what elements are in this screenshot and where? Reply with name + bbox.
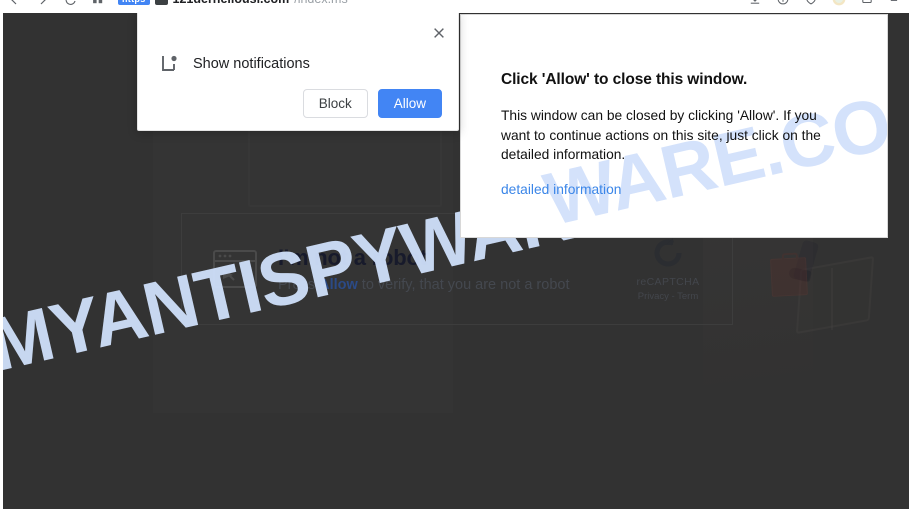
notification-bell-icon bbox=[160, 54, 179, 73]
captcha-subtitle-after: to verify, that you are not a robot bbox=[357, 277, 570, 293]
scam-panel-paragraph: This window can be closed by clicking 'A… bbox=[501, 108, 821, 163]
address-bar[interactable]: https 121dernellousi.com/index.ms bbox=[118, 0, 735, 11]
captcha-subtitle-keyword: Allow bbox=[319, 277, 358, 293]
notification-request-label: Show notifications bbox=[193, 55, 310, 72]
profile-avatar-icon[interactable] bbox=[825, 0, 853, 13]
recaptcha-name: reCAPTCHA bbox=[636, 276, 700, 288]
captcha-subtitle-before: Press bbox=[278, 277, 320, 293]
forward-icon[interactable] bbox=[28, 0, 56, 13]
notification-request-row: Show notifications bbox=[160, 54, 310, 73]
scam-panel-title: Click 'Allow' to close this window. bbox=[501, 71, 748, 88]
notification-permission-popup: Show notifications Block Allow bbox=[137, 12, 459, 131]
recaptcha-branding: reCAPTCHA Privacy - Term bbox=[608, 236, 728, 302]
block-button[interactable]: Block bbox=[302, 88, 368, 118]
captcha-text-block: I'm not a robot Press Allow to verify, t… bbox=[278, 245, 608, 293]
allow-button[interactable]: Allow bbox=[377, 88, 442, 118]
recaptcha-logo-icon bbox=[651, 236, 685, 270]
shield-icon[interactable] bbox=[797, 0, 825, 13]
menu-icon[interactable] bbox=[881, 0, 909, 13]
reload-icon[interactable] bbox=[56, 0, 84, 13]
https-badge: https bbox=[118, 0, 150, 5]
lock-icon bbox=[154, 0, 168, 5]
browser-toolbar: https 121dernellousi.com/index.ms bbox=[0, 0, 909, 13]
illustration-briefcase bbox=[770, 257, 808, 297]
detailed-information-link[interactable]: detailed information bbox=[501, 182, 621, 197]
notification-actions: Block Allow bbox=[302, 88, 442, 118]
download-icon[interactable] bbox=[741, 0, 769, 13]
scam-panel-content: Click 'Allow' to close this window. This… bbox=[461, 15, 887, 199]
captcha-title: I'm not a robot bbox=[278, 245, 427, 270]
browser-window-cursor-icon bbox=[212, 249, 258, 289]
recaptcha-privacy-terms-links[interactable]: Privacy - Term bbox=[608, 291, 728, 302]
illustration-chair-leg bbox=[831, 268, 833, 330]
url-path: /index.ms bbox=[294, 0, 348, 6]
scam-overlay-panel: WARE.COM Click 'Allow' to close this win… bbox=[460, 14, 888, 238]
collections-icon[interactable] bbox=[853, 0, 881, 13]
url-host: 121dernellousi.com bbox=[173, 0, 290, 6]
info-icon[interactable] bbox=[769, 0, 797, 13]
close-icon[interactable] bbox=[428, 22, 450, 44]
captcha-subtitle: Press Allow to verify, that you are not … bbox=[278, 277, 608, 293]
back-icon[interactable] bbox=[0, 0, 28, 13]
apps-grid-icon[interactable] bbox=[84, 0, 112, 13]
